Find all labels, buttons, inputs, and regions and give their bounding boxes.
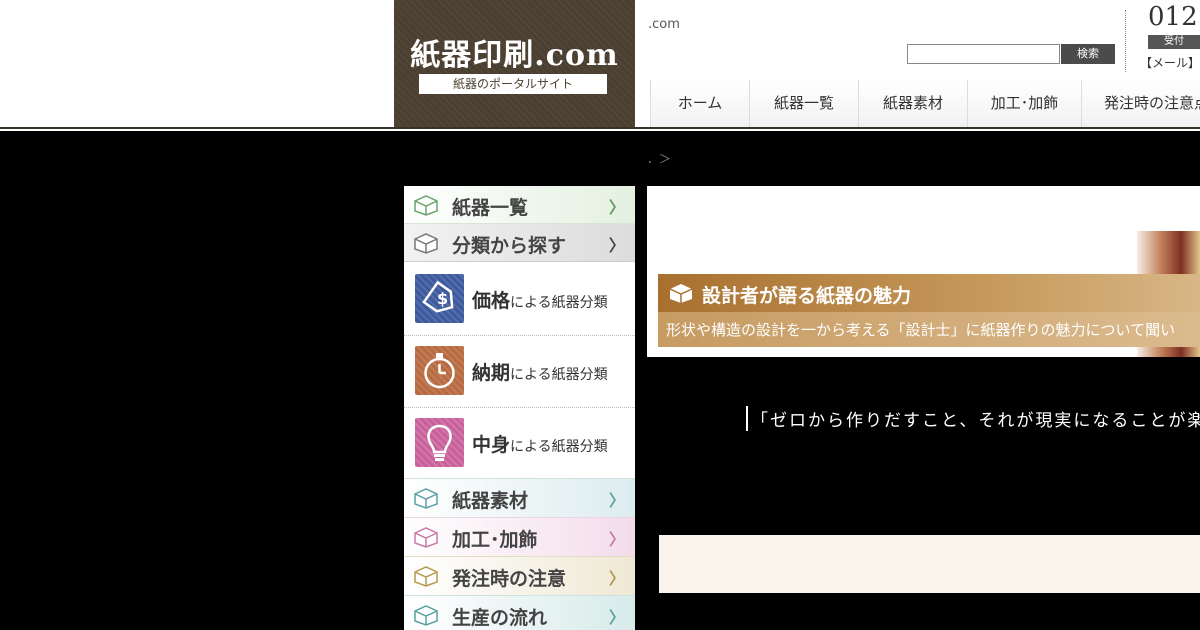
box-icon <box>414 605 438 626</box>
chevron-right-icon: 〉 <box>608 236 625 255</box>
sidebar-category-price[interactable]: $ 価格による紙器分類 <box>404 262 635 335</box>
category-rest-label: による紙器分類 <box>510 367 608 383</box>
box-icon <box>414 527 438 548</box>
box-icon <box>414 233 438 254</box>
nav-item-home[interactable]: ホーム <box>650 80 749 127</box>
quote-text: 「ゼロから作りだすこと、それが現実になることが楽 <box>746 406 1200 431</box>
sidebar-item-label: 加工･加飾 <box>452 529 538 551</box>
sidebar-item-container-list[interactable]: 紙器一覧 〉 <box>404 186 635 224</box>
box-icon <box>414 195 438 216</box>
sidebar: 紙器一覧 〉 分類から探す 〉 $ 価格による紙器分類 納期による紙器分類 中身… <box>404 186 635 630</box>
feature-banner[interactable]: 設計者が語る紙器の魅力 形状や構造の設計を一から考える「設計士」に紙器作りの魅力… <box>647 186 1200 357</box>
svg-text:$: $ <box>437 289 448 308</box>
sidebar-item-production-flow[interactable]: 生産の流れ 〉 <box>404 595 635 630</box>
sidebar-item-order-notes[interactable]: 発注時の注意 〉 <box>404 556 635 595</box>
light-bulb-icon <box>415 418 464 467</box>
global-nav: ホーム 紙器一覧 紙器素材 加工･加飾 発注時の注意点 <box>650 80 1200 127</box>
logo-title: 紙器印刷.com <box>410 38 619 73</box>
search-button[interactable]: 検索 <box>1061 44 1115 64</box>
feature-title: 設計者が語る紙器の魅力 <box>702 285 912 307</box>
content-panel <box>659 535 1200 593</box>
sidebar-item-label: 紙器素材 <box>452 490 529 512</box>
chevron-right-icon: 〉 <box>608 530 625 549</box>
chevron-right-icon: 〉 <box>608 198 625 217</box>
box-icon <box>669 284 693 303</box>
phone-number: 012 <box>1148 2 1198 32</box>
sidebar-item-label: 生産の流れ <box>452 607 548 629</box>
header-divider <box>0 127 1200 131</box>
nav-item-materials[interactable]: 紙器素材 <box>858 80 967 127</box>
category-rest-label: による紙器分類 <box>510 295 608 311</box>
site-logo[interactable]: 紙器印刷.com 紙器のポータルサイト <box>394 0 635 127</box>
nav-item-container-list[interactable]: 紙器一覧 <box>749 80 858 127</box>
sidebar-item-label: 紙器一覧 <box>452 197 529 219</box>
stopwatch-icon <box>415 346 464 395</box>
sidebar-category-delivery[interactable]: 納期による紙器分類 <box>404 336 635 407</box>
chevron-right-icon: 〉 <box>608 491 625 510</box>
category-main-label: 中身 <box>472 434 511 456</box>
search-input[interactable] <box>907 44 1060 64</box>
sidebar-item-label: 分類から探す <box>452 235 567 257</box>
box-icon <box>414 488 438 509</box>
mail-link[interactable]: 【メール】 <box>1140 54 1200 71</box>
breadcrumb: ．＞ <box>647 152 672 166</box>
feature-title-bar: 設計者が語る紙器の魅力 <box>658 274 1200 312</box>
category-main-label: 納期 <box>472 362 511 384</box>
category-rest-label: による紙器分類 <box>510 439 608 455</box>
sidebar-category-contents[interactable]: 中身による紙器分類 <box>404 408 635 478</box>
domain-text: .com <box>648 17 680 32</box>
reception-hours-label: 受付 <box>1148 35 1200 49</box>
header-vertical-divider <box>1125 10 1127 72</box>
sidebar-item-processing[interactable]: 加工･加飾 〉 <box>404 517 635 556</box>
feature-subtitle: 形状や構造の設計を一から考える「設計士」に紙器作りの魅力について聞い <box>666 321 1176 339</box>
nav-item-order-notes[interactable]: 発注時の注意点 <box>1081 80 1200 127</box>
box-icon <box>414 566 438 587</box>
sidebar-item-label: 発注時の注意 <box>452 568 567 590</box>
sidebar-item-materials[interactable]: 紙器素材 〉 <box>404 478 635 517</box>
chevron-right-icon: 〉 <box>608 569 625 588</box>
nav-item-processing[interactable]: 加工･加飾 <box>967 80 1081 127</box>
feature-subtitle-bar: 形状や構造の設計を一から考える「設計士」に紙器作りの魅力について聞い <box>658 312 1200 347</box>
price-tag-icon: $ <box>415 274 464 323</box>
chevron-right-icon: 〉 <box>608 608 625 627</box>
sidebar-item-browse-by-category[interactable]: 分類から探す 〉 <box>404 224 635 262</box>
category-main-label: 価格 <box>472 290 511 312</box>
logo-subtitle: 紙器のポータルサイト <box>419 74 607 94</box>
